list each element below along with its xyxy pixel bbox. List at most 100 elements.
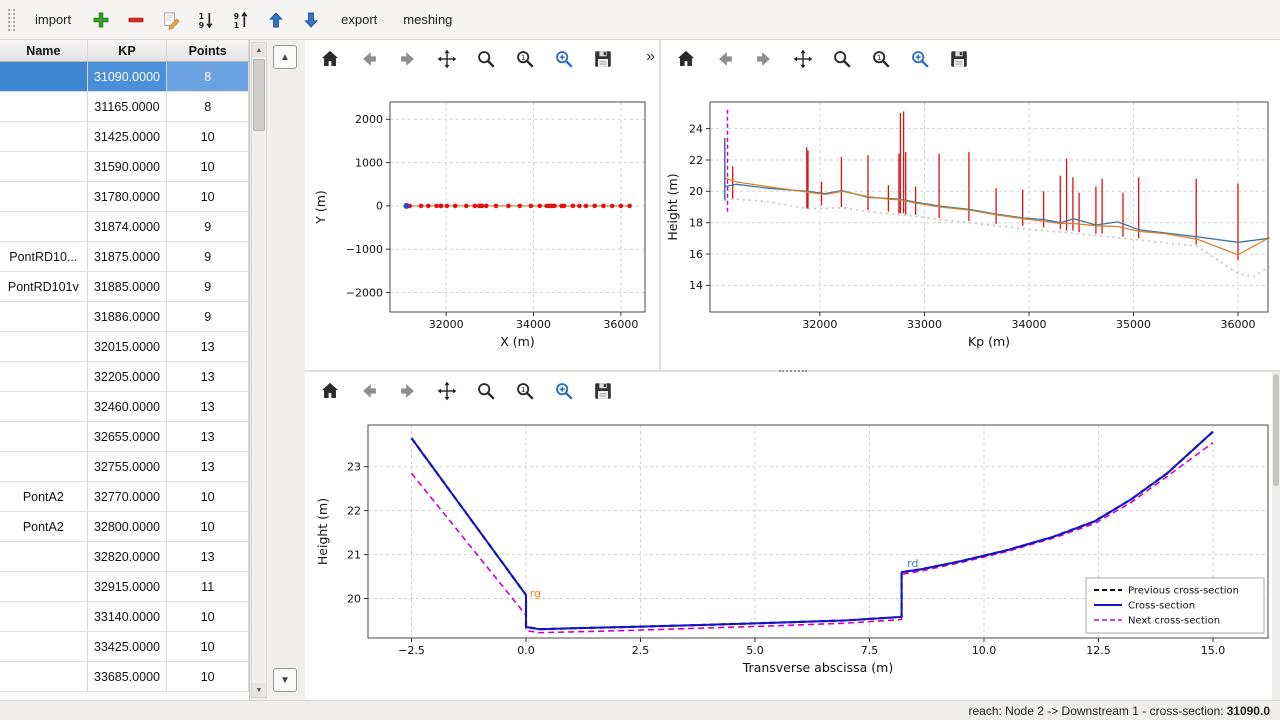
- cell-name[interactable]: [0, 422, 88, 451]
- table-row[interactable]: 32655.000013: [0, 422, 249, 452]
- table-row[interactable]: PontA232770.000010: [0, 482, 249, 512]
- cell-points[interactable]: 8: [167, 92, 249, 121]
- plan-view-chart[interactable]: 320003400036000−2000−1000010002000X (m)Y…: [305, 78, 659, 370]
- cell-points[interactable]: 13: [167, 422, 249, 451]
- cell-points[interactable]: 10: [167, 632, 249, 661]
- cell-points[interactable]: 10: [167, 182, 249, 211]
- cell-kp[interactable]: 31090.0000: [88, 62, 168, 91]
- table-row[interactable]: 31425.000010: [0, 122, 249, 152]
- list-scroll-up-button[interactable]: ▲: [273, 45, 297, 69]
- cell-points[interactable]: 10: [167, 512, 249, 541]
- cell-name[interactable]: [0, 602, 88, 631]
- zoom-button[interactable]: [473, 46, 499, 72]
- move-up-button[interactable]: [262, 6, 290, 34]
- table-row[interactable]: 32015.000013: [0, 332, 249, 362]
- cell-kp[interactable]: 33140.0000: [88, 602, 168, 631]
- list-scroll-down-button[interactable]: ▼: [273, 668, 297, 692]
- zoom-rect-button[interactable]: [551, 378, 577, 404]
- cell-kp[interactable]: 32015.0000: [88, 332, 168, 361]
- cell-name[interactable]: [0, 122, 88, 151]
- cell-kp[interactable]: 33685.0000: [88, 662, 168, 691]
- table-row[interactable]: 31165.00008: [0, 92, 249, 122]
- cell-name[interactable]: [0, 572, 88, 601]
- cell-name[interactable]: [0, 332, 88, 361]
- table-row[interactable]: 31090.00008: [0, 62, 249, 92]
- cell-name[interactable]: [0, 182, 88, 211]
- cell-points[interactable]: 13: [167, 362, 249, 391]
- cell-name[interactable]: [0, 302, 88, 331]
- home-button[interactable]: [673, 46, 699, 72]
- table-row[interactable]: 31590.000010: [0, 152, 249, 182]
- cell-kp[interactable]: 32915.0000: [88, 572, 168, 601]
- cell-points[interactable]: 10: [167, 602, 249, 631]
- add-button[interactable]: [87, 6, 115, 34]
- table-row[interactable]: 31780.000010: [0, 182, 249, 212]
- back-button[interactable]: [712, 46, 738, 72]
- cell-points[interactable]: 8: [167, 62, 249, 91]
- save-button[interactable]: [590, 378, 616, 404]
- cell-kp[interactable]: 31165.0000: [88, 92, 168, 121]
- cell-name[interactable]: PontRD10...: [0, 242, 88, 271]
- toolbar-overflow-button[interactable]: »: [646, 48, 655, 66]
- cell-name[interactable]: [0, 392, 88, 421]
- cell-points[interactable]: 9: [167, 272, 249, 301]
- remove-button[interactable]: [122, 6, 150, 34]
- cell-name[interactable]: [0, 452, 88, 481]
- meshing-button[interactable]: meshing: [393, 6, 462, 33]
- back-button[interactable]: [356, 378, 382, 404]
- cell-name[interactable]: [0, 62, 88, 91]
- pan-button[interactable]: [434, 378, 460, 404]
- cell-kp[interactable]: 32205.0000: [88, 362, 168, 391]
- zoom-original-button[interactable]: 1: [512, 46, 538, 72]
- table-scrollbar[interactable]: ▲ ▼: [251, 42, 267, 698]
- pan-button[interactable]: [434, 46, 460, 72]
- cell-kp[interactable]: 31780.0000: [88, 182, 168, 211]
- cell-points[interactable]: 13: [167, 452, 249, 481]
- table-row[interactable]: 32460.000013: [0, 392, 249, 422]
- zoom-button[interactable]: [829, 46, 855, 72]
- cell-kp[interactable]: 31874.0000: [88, 212, 168, 241]
- table-row[interactable]: 31874.00009: [0, 212, 249, 242]
- longitudinal-profile-chart[interactable]: 3200033000340003500036000141618202224Kp …: [661, 78, 1280, 370]
- sort-ascending-button[interactable]: 19: [192, 6, 220, 34]
- column-header-name[interactable]: Name: [0, 40, 88, 61]
- cell-name[interactable]: [0, 662, 88, 691]
- table-row[interactable]: 33140.000010: [0, 602, 249, 632]
- table-row[interactable]: 33425.000010: [0, 632, 249, 662]
- cell-name[interactable]: PontA2: [0, 512, 88, 541]
- cell-name[interactable]: [0, 212, 88, 241]
- table-row[interactable]: 32820.000013: [0, 542, 249, 572]
- cell-kp[interactable]: 31875.0000: [88, 242, 168, 271]
- zoom-original-button[interactable]: 1: [512, 378, 538, 404]
- cell-name[interactable]: [0, 632, 88, 661]
- cell-name[interactable]: PontA2: [0, 482, 88, 511]
- zoom-rect-button[interactable]: [551, 46, 577, 72]
- scrollbar-down-arrow-icon[interactable]: ▼: [252, 683, 266, 697]
- move-down-button[interactable]: [297, 6, 325, 34]
- table-row[interactable]: PontA232800.000010: [0, 512, 249, 542]
- cell-name[interactable]: [0, 152, 88, 181]
- table-row[interactable]: PontRD10...31875.00009: [0, 242, 249, 272]
- forward-button[interactable]: [395, 46, 421, 72]
- cell-kp[interactable]: 32755.0000: [88, 452, 168, 481]
- table-row[interactable]: 33685.000010: [0, 662, 249, 692]
- cell-kp[interactable]: 31590.0000: [88, 152, 168, 181]
- cell-points[interactable]: 13: [167, 332, 249, 361]
- home-button[interactable]: [317, 46, 343, 72]
- toolbar-drag-handle[interactable]: [8, 9, 15, 31]
- table-row[interactable]: 32755.000013: [0, 452, 249, 482]
- home-button[interactable]: [317, 378, 343, 404]
- cell-kp[interactable]: 31885.0000: [88, 272, 168, 301]
- cell-kp[interactable]: 32460.0000: [88, 392, 168, 421]
- cell-name[interactable]: [0, 362, 88, 391]
- right-scrollbar-thumb[interactable]: [1273, 374, 1279, 486]
- cell-points[interactable]: 11: [167, 572, 249, 601]
- edit-button[interactable]: [157, 6, 185, 34]
- zoom-button[interactable]: [473, 378, 499, 404]
- scrollbar-thumb[interactable]: [253, 59, 265, 131]
- cell-points[interactable]: 10: [167, 662, 249, 691]
- column-header-points[interactable]: Points: [167, 40, 249, 61]
- cell-points[interactable]: 10: [167, 152, 249, 181]
- save-button[interactable]: [590, 46, 616, 72]
- forward-button[interactable]: [751, 46, 777, 72]
